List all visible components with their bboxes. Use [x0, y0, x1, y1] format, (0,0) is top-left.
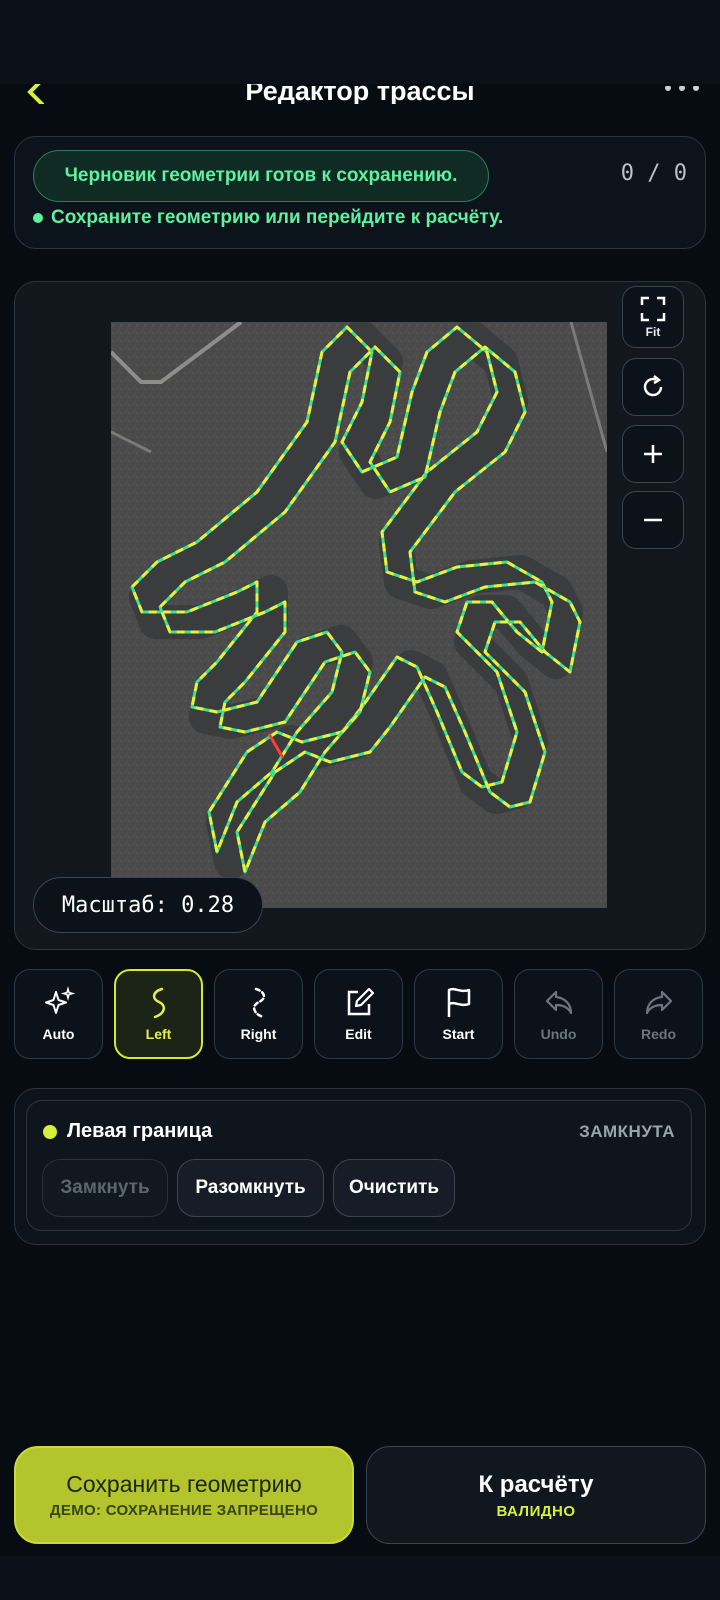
page-title: Редактор трассы — [245, 84, 475, 104]
tool-right-label: Right — [240, 1026, 277, 1042]
tool-left-button[interactable]: Left — [114, 969, 203, 1059]
save-geometry-label: Сохранить геометрию — [66, 1471, 302, 1497]
edit-icon — [347, 987, 374, 1016]
to-calculation-button[interactable]: К расчёту ВАЛИДНО — [366, 1446, 706, 1544]
open-boundary-button[interactable]: Разомкнуть — [177, 1159, 324, 1217]
status-hint-text: Сохраните геометрию или перейдите к расч… — [51, 207, 504, 228]
zoom-in-button[interactable] — [622, 425, 684, 483]
fit-icon — [640, 296, 666, 321]
map-canvas[interactable]: Fit Масштаб: 0.28 — [14, 281, 706, 950]
plus-icon — [644, 445, 662, 463]
tool-auto-label: Auto — [42, 1026, 75, 1042]
clear-boundary-button[interactable]: Очистить — [333, 1159, 455, 1217]
rotate-button[interactable] — [622, 358, 684, 416]
zoom-out-button[interactable] — [622, 491, 684, 549]
minus-icon — [644, 518, 662, 522]
scale-indicator: Масштаб: 0.28 — [33, 877, 263, 933]
more-icon[interactable] — [662, 86, 702, 96]
tool-start-button[interactable]: Start — [414, 969, 503, 1059]
status-pill: Черновик геометрии готов к сохранению. — [33, 150, 489, 202]
rotate-icon — [643, 375, 663, 397]
save-geometry-sublabel: ДЕМО: СОХРАНЕНИЕ ЗАПРЕЩЕНО — [49, 1502, 319, 1519]
fit-button[interactable]: Fit — [622, 286, 684, 348]
flag-icon — [447, 987, 470, 1017]
left-boundary-icon — [152, 987, 165, 1019]
tool-start-label: Start — [442, 1026, 475, 1042]
tool-auto-button[interactable]: Auto — [14, 969, 103, 1059]
sparkles-icon — [44, 986, 75, 1014]
right-boundary-icon — [252, 987, 265, 1019]
tool-edit-label: Edit — [345, 1026, 372, 1042]
boundary-title: Левая граница — [67, 1120, 213, 1142]
redo-icon — [645, 990, 672, 1015]
validity-badge: ВАЛИДНО — [496, 1502, 576, 1520]
undo-icon — [545, 990, 572, 1015]
navigation-bar — [0, 1556, 720, 1600]
tool-right-button[interactable]: Right — [214, 969, 303, 1059]
boundary-color-dot — [43, 1125, 57, 1139]
point-counter: 0 / 0 — [620, 161, 687, 186]
close-boundary-button[interactable]: Замкнуть — [42, 1159, 168, 1217]
header-visible-strip: Редактор трассы — [0, 84, 720, 104]
boundary-state-badge: ЗАМКНУТА — [579, 1122, 675, 1141]
tool-redo-label: Redo — [641, 1026, 676, 1042]
save-geometry-button[interactable]: Сохранить геометрию ДЕМО: СОХРАНЕНИЕ ЗАП… — [14, 1446, 354, 1544]
to-calculation-label: К расчёту — [478, 1470, 594, 1498]
tool-undo-button[interactable]: Undo — [514, 969, 603, 1059]
header: Редактор трассы — [0, 60, 720, 104]
satellite-track-image[interactable] — [111, 322, 607, 908]
status-hint: Сохраните геометрию или перейдите к расч… — [33, 207, 503, 229]
tool-left-label: Left — [145, 1026, 172, 1042]
boundary-panel: Левая граница ЗАМКНУТА Замкнуть Разомкну… — [14, 1088, 706, 1245]
boundary-card: Левая граница ЗАМКНУТА Замкнуть Разомкну… — [26, 1100, 692, 1231]
tool-edit-button[interactable]: Edit — [314, 969, 403, 1059]
tool-redo-button[interactable]: Redo — [614, 969, 703, 1059]
status-dot-icon — [33, 213, 43, 223]
fit-label: Fit — [645, 324, 661, 339]
status-card: Черновик геометрии готов к сохранению. 0… — [14, 136, 706, 249]
tool-undo-label: Undo — [540, 1026, 577, 1042]
